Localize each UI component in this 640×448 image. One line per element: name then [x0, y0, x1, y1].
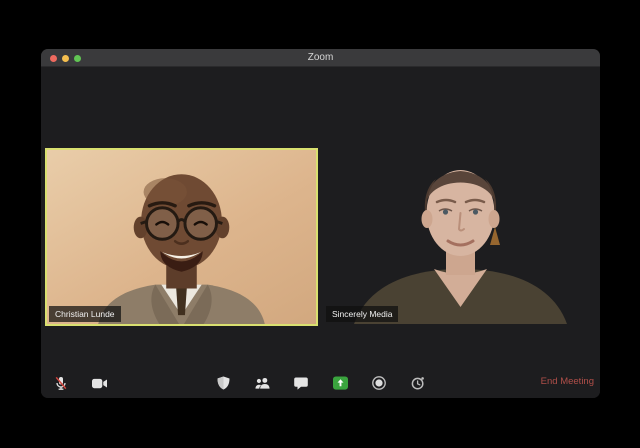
participants-button[interactable]	[254, 376, 270, 391]
meeting-toolbar: End Meeting	[41, 368, 600, 398]
record-button[interactable]	[372, 376, 387, 391]
participant-portrait-woman	[354, 170, 567, 324]
share-screen-icon	[332, 376, 348, 390]
toolbar-left-group	[53, 368, 107, 398]
video-tile-christian-lunde[interactable]: Christian Lunde	[45, 148, 318, 326]
title-bar[interactable]: Zoom	[41, 49, 600, 67]
chat-bubble-icon	[294, 377, 308, 390]
participant-name-tag: Sincerely Media	[326, 306, 399, 322]
zoom-meeting-window: Zoom Christian Lunde Sincerely Media End…	[41, 49, 600, 398]
toolbar-center-group	[216, 368, 426, 398]
video-stage: Christian Lunde Sincerely Media	[41, 67, 600, 368]
share-screen-button[interactable]	[332, 376, 348, 391]
participant-portrait-man	[98, 174, 265, 324]
participant-name-tag: Christian Lunde	[49, 306, 121, 322]
end-meeting-button[interactable]: End Meeting	[541, 376, 594, 387]
timer-button[interactable]	[411, 376, 426, 391]
security-button[interactable]	[216, 376, 231, 391]
window-title: Zoom	[307, 52, 334, 63]
record-icon	[372, 376, 386, 390]
mute-button[interactable]	[53, 376, 68, 391]
video-camera-icon	[92, 378, 107, 388]
shield-icon	[217, 376, 229, 390]
mic-muted-icon	[55, 376, 66, 390]
timer-icon	[411, 377, 424, 390]
chat-button[interactable]	[294, 376, 309, 391]
video-button[interactable]	[92, 376, 107, 391]
video-tile-sincerely-media[interactable]: Sincerely Media	[324, 149, 597, 324]
participants-icon	[254, 377, 270, 389]
